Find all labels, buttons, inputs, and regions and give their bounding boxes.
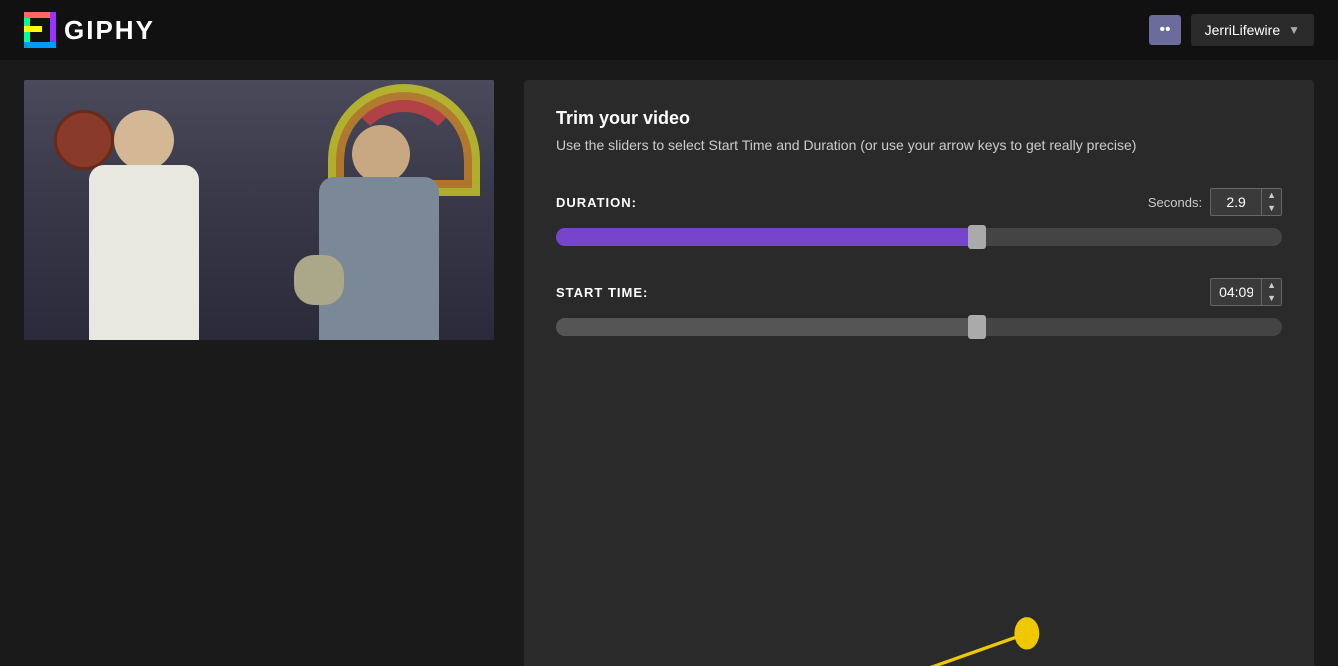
username-label: JerriLifewire bbox=[1205, 22, 1280, 38]
body-left bbox=[89, 165, 199, 340]
person-right bbox=[314, 125, 454, 340]
head-right bbox=[352, 125, 410, 183]
starttime-spinner-arrows: ▲ ▼ bbox=[1261, 279, 1281, 305]
starttime-slider-track bbox=[556, 318, 1282, 336]
starttime-label: START TIME: bbox=[556, 285, 648, 300]
content-wrapper: Continue to Decorate Trim your video Use… bbox=[0, 60, 1338, 666]
video-frame bbox=[24, 80, 494, 340]
trim-description: Use the sliders to select Start Time and… bbox=[556, 135, 1282, 156]
duration-header: DURATION: Seconds: ▲ ▼ bbox=[556, 188, 1282, 216]
duration-slider-fill bbox=[556, 228, 977, 246]
starttime-header: START TIME: ▲ ▼ bbox=[556, 278, 1282, 306]
starttime-value-input[interactable] bbox=[1211, 280, 1261, 304]
user-menu-button[interactable]: JerriLifewire ▼ bbox=[1191, 14, 1314, 46]
duration-decrement-button[interactable]: ▼ bbox=[1262, 202, 1281, 215]
page-wrapper: GIPHY •• JerriLifewire ▼ bbox=[0, 0, 1338, 666]
starttime-slider-fill bbox=[556, 318, 970, 336]
duration-slider-track bbox=[556, 228, 1282, 246]
duration-value-input[interactable] bbox=[1211, 190, 1261, 214]
left-column: Continue to Decorate bbox=[24, 80, 494, 666]
logo-area: GIPHY bbox=[24, 12, 155, 48]
duration-label: DURATION: bbox=[556, 195, 637, 210]
starttime-spinner[interactable]: ▲ ▼ bbox=[1210, 278, 1282, 306]
bottom-button-area: Continue to Decorate bbox=[24, 510, 494, 666]
giphy-logo-icon bbox=[24, 12, 56, 48]
head-left bbox=[114, 110, 174, 170]
header: GIPHY •• JerriLifewire ▼ bbox=[0, 0, 1338, 60]
starttime-increment-button[interactable]: ▲ bbox=[1262, 279, 1281, 292]
person-left bbox=[79, 110, 214, 340]
body-right bbox=[319, 177, 439, 340]
duration-spinner[interactable]: ▲ ▼ bbox=[1210, 188, 1282, 216]
duration-section: DURATION: Seconds: ▲ ▼ bbox=[556, 188, 1282, 246]
trim-panel: Trim your video Use the sliders to selec… bbox=[524, 80, 1314, 666]
plush-object bbox=[294, 255, 344, 305]
video-scene bbox=[24, 80, 494, 340]
starttime-decrement-button[interactable]: ▼ bbox=[1262, 292, 1281, 305]
duration-increment-button[interactable]: ▲ bbox=[1262, 189, 1281, 202]
dots-button[interactable]: •• bbox=[1149, 15, 1180, 45]
duration-spinner-arrows: ▲ ▼ bbox=[1261, 189, 1281, 215]
duration-slider-thumb[interactable] bbox=[968, 225, 986, 249]
header-right: •• JerriLifewire ▼ bbox=[1149, 14, 1314, 46]
seconds-label: Seconds: bbox=[1148, 195, 1202, 210]
starttime-slider-thumb[interactable] bbox=[968, 315, 986, 339]
seconds-group: Seconds: ▲ ▼ bbox=[1148, 188, 1282, 216]
starttime-section: START TIME: ▲ ▼ bbox=[556, 278, 1282, 336]
trim-header: Trim your video Use the sliders to selec… bbox=[556, 108, 1282, 156]
dropdown-arrow-icon: ▼ bbox=[1288, 23, 1300, 37]
trim-title: Trim your video bbox=[556, 108, 1282, 129]
logo-text: GIPHY bbox=[64, 15, 155, 46]
